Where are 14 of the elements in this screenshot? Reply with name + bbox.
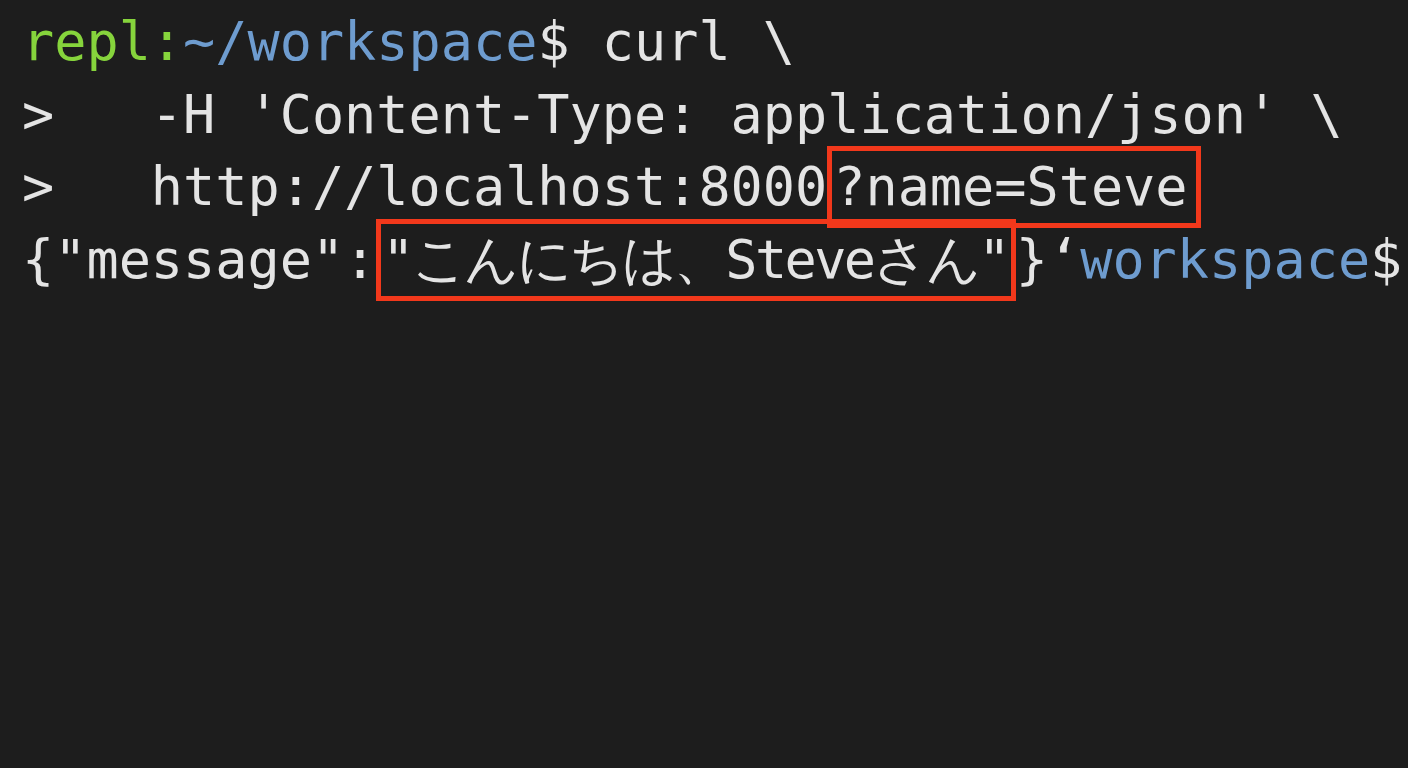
command-text: curl \ (601, 9, 796, 76)
output-text: {"message": (22, 226, 377, 293)
highlighted-output-text: "こんにちは、Steveさん" (376, 218, 1016, 301)
continuation-prompt: > (22, 81, 55, 148)
prompt-symbol: $ (537, 9, 570, 76)
prompt-path: workspace (1080, 226, 1371, 293)
prompt-symbol: $ (1370, 226, 1403, 293)
command-text: -H 'Content-Type: application/json' \ (150, 81, 1343, 148)
command-text: http://localhost:8000 (150, 154, 828, 221)
continuation-prompt: > (22, 154, 55, 221)
prompt-path: ~/workspace (183, 9, 538, 76)
prompt-host: repl: (22, 9, 184, 76)
highlighted-command-text: ?name=Steve (827, 146, 1201, 229)
output-text: }‘ (1015, 226, 1081, 293)
